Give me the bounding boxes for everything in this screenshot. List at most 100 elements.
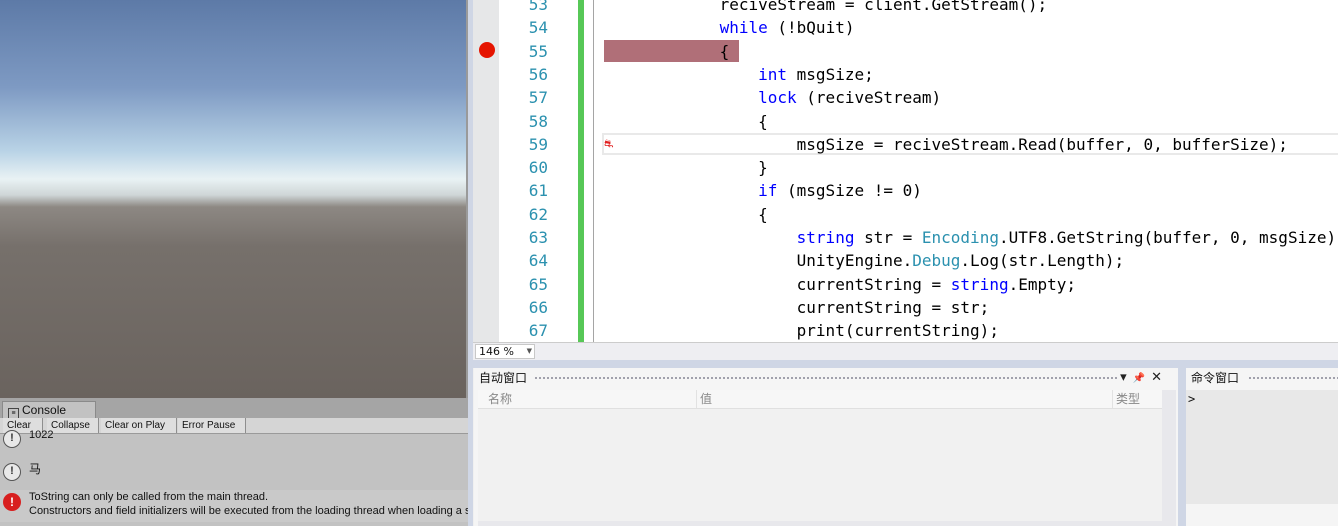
drag-grip[interactable] bbox=[1248, 376, 1338, 381]
code-line[interactable]: 65 currentString = string.Empty; bbox=[473, 273, 1338, 296]
code-line[interactable]: 53 reciveStream = client.GetStream(); bbox=[473, 0, 1338, 16]
code-token: Encoding bbox=[921, 228, 999, 247]
log-message: 马 bbox=[29, 462, 42, 476]
code-text: msgSize = reciveStream.Read(buffer, 0, b… bbox=[604, 133, 1288, 156]
code-token: currentString = bbox=[604, 274, 951, 294]
code-line[interactable]: 67 print(currentString); bbox=[473, 319, 1338, 342]
info-icon: ! bbox=[3, 463, 21, 481]
code-text: { bbox=[604, 203, 768, 226]
code-line[interactable]: 55 { bbox=[473, 40, 1338, 63]
unity-console-panel: ≡ Console Clear Collapse Clear on Play Er… bbox=[0, 398, 470, 526]
code-line[interactable]: 62 { bbox=[473, 203, 1338, 226]
code-token: .Empty; bbox=[1008, 274, 1077, 294]
code-token: (!bQuit) bbox=[767, 18, 855, 38]
dropdown-icon[interactable]: ▾ bbox=[1120, 370, 1133, 385]
code-token: print(currentString); bbox=[604, 321, 999, 341]
line-number: 56 bbox=[528, 64, 548, 84]
line-number: 66 bbox=[528, 297, 548, 317]
code-token: str = bbox=[854, 228, 922, 247]
code-line[interactable]: 63 string str = Encoding.UTF8.GetString(… bbox=[473, 226, 1338, 249]
code-line[interactable]: 66 currentString = str; bbox=[473, 296, 1338, 319]
console-tab-label: Console bbox=[22, 403, 67, 417]
console-tab-bar: ≡ Console bbox=[0, 398, 470, 419]
zoom-level: 146 % bbox=[479, 345, 514, 358]
code-text: currentString = str; bbox=[604, 296, 990, 319]
column-divider[interactable] bbox=[1112, 390, 1113, 408]
error-icon: ! bbox=[3, 493, 21, 511]
code-line[interactable]: 54 while (!bQuit) bbox=[473, 16, 1338, 39]
column-type[interactable]: 类型 bbox=[1116, 390, 1140, 408]
code-token: lock bbox=[758, 88, 797, 108]
code-line[interactable]: 57 lock (reciveStream) bbox=[473, 86, 1338, 109]
line-number: 67 bbox=[528, 321, 548, 341]
command-window: 命令窗口 > bbox=[1186, 368, 1338, 526]
code-line[interactable]: 59 msgSize = reciveStream.Read(buffer, 0… bbox=[473, 133, 1338, 156]
code-token: } bbox=[604, 158, 768, 178]
column-name[interactable]: 名称 bbox=[488, 390, 512, 408]
code-text: currentString = string.Empty; bbox=[604, 273, 1076, 296]
log-entry-error[interactable]: ! ToString can only be called from the m… bbox=[0, 490, 470, 522]
line-number: 65 bbox=[528, 274, 548, 294]
pin-icon[interactable]: 📌 bbox=[1133, 373, 1151, 384]
code-token: string bbox=[796, 228, 855, 247]
code-text: reciveStream = client.GetStream(); bbox=[604, 0, 1048, 16]
line-number: 62 bbox=[528, 204, 548, 224]
code-editor[interactable]: 53 reciveStream = client.GetStream(); 54 … bbox=[473, 0, 1338, 342]
code-token: (reciveStream) bbox=[796, 88, 942, 108]
code-line[interactable]: 64 UnityEngine.Debug.Log(str.Length); bbox=[473, 249, 1338, 272]
command-input-area[interactable]: > bbox=[1186, 390, 1338, 504]
code-line[interactable]: 58 { bbox=[473, 110, 1338, 133]
code-token: reciveStream = client.GetStream(); bbox=[604, 0, 1048, 14]
code-token: .UTF8.GetString(buffer, 0, msgSize); bbox=[998, 228, 1338, 247]
vertical-scrollbar[interactable] bbox=[1162, 390, 1176, 521]
code-token: { bbox=[604, 204, 768, 224]
code-text: int msgSize; bbox=[604, 63, 874, 86]
chevron-down-icon: ▼ bbox=[526, 347, 532, 355]
code-token: Debug bbox=[912, 251, 961, 271]
code-line[interactable]: 56 int msgSize; bbox=[473, 63, 1338, 86]
line-number: 59 bbox=[528, 134, 548, 154]
code-token: currentString = str; bbox=[604, 297, 990, 317]
horizontal-scrollbar[interactable] bbox=[478, 521, 1176, 526]
log-message-line1: ToString can only be called from the mai… bbox=[29, 491, 269, 503]
code-line[interactable]: 61 if (msgSize != 0) bbox=[473, 179, 1338, 202]
log-entry[interactable]: ! 1022 bbox=[0, 426, 470, 450]
unity-scene-view[interactable] bbox=[0, 0, 468, 398]
console-tab[interactable]: ≡ Console bbox=[2, 401, 96, 419]
command-title: 命令窗口 bbox=[1191, 371, 1240, 385]
line-number: 63 bbox=[528, 228, 548, 247]
line-number: 60 bbox=[528, 158, 548, 178]
code-token: { bbox=[604, 111, 768, 131]
exception-marker-icon: ⛐ bbox=[604, 137, 614, 150]
tool-window-splitter[interactable] bbox=[1178, 368, 1186, 526]
line-number: 53 bbox=[528, 0, 548, 14]
line-number: 57 bbox=[528, 88, 548, 108]
close-icon[interactable]: ✕ bbox=[1151, 370, 1168, 385]
code-text: { bbox=[604, 40, 730, 63]
code-token: int bbox=[758, 64, 788, 84]
zoom-dropdown[interactable]: 146 % ▼ bbox=[475, 344, 535, 359]
code-line[interactable]: 60 } bbox=[473, 156, 1338, 179]
breakpoint-icon[interactable] bbox=[479, 42, 495, 58]
code-text: } bbox=[604, 156, 768, 179]
code-token: if bbox=[758, 181, 778, 201]
code-token: { bbox=[604, 41, 730, 61]
line-number: 61 bbox=[528, 181, 548, 201]
code-text: if (msgSize != 0) bbox=[604, 179, 922, 202]
line-number: 55 bbox=[528, 41, 548, 61]
tool-window-splitter[interactable] bbox=[473, 360, 1338, 368]
outline-fold-line bbox=[593, 0, 594, 342]
log-message: 1022 bbox=[29, 429, 54, 441]
drag-grip[interactable] bbox=[534, 376, 1119, 381]
log-entry[interactable]: ! 马 bbox=[0, 458, 470, 482]
editor-status-bar: 146 % ▼ bbox=[473, 342, 1338, 361]
column-value[interactable]: 值 bbox=[700, 390, 712, 408]
autos-table-body[interactable] bbox=[478, 409, 1162, 521]
line-number: 54 bbox=[528, 18, 548, 38]
column-divider[interactable] bbox=[696, 390, 697, 408]
code-token: msgSize; bbox=[787, 64, 874, 84]
